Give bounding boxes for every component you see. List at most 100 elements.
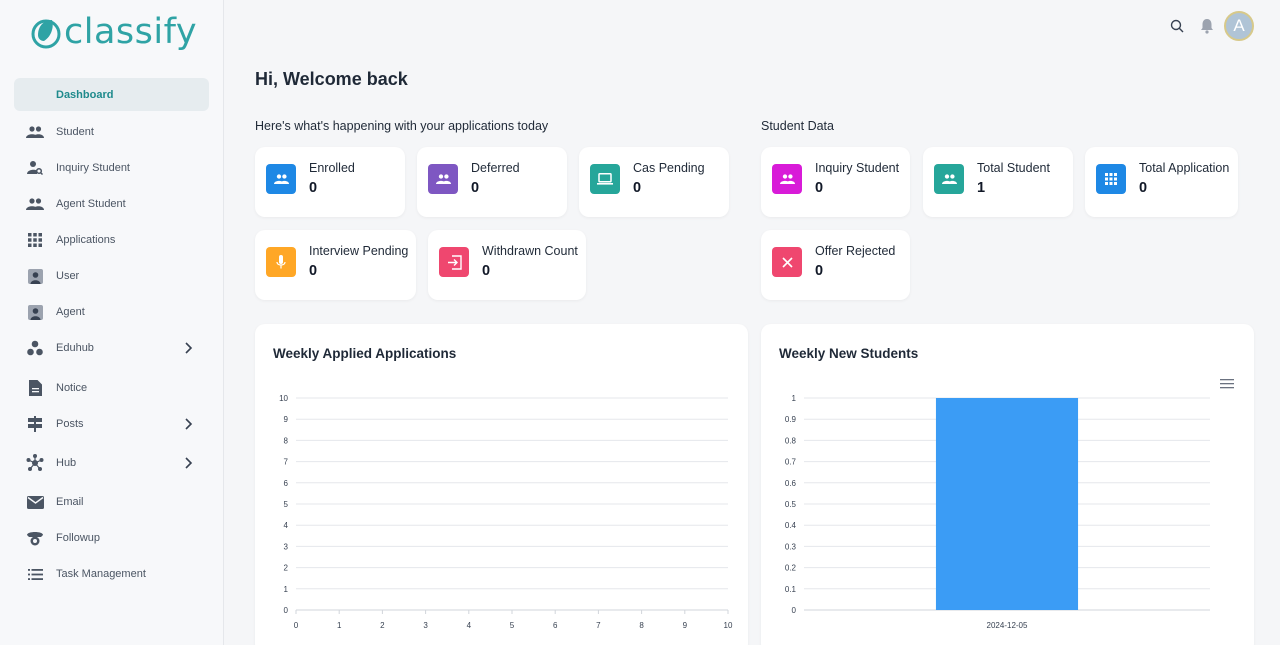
sidebar-item-label: Posts	[56, 418, 84, 430]
y-tick-label: 0.3	[785, 542, 797, 551]
classify-logo[interactable]: classify	[30, 10, 197, 54]
mic-icon	[266, 247, 296, 277]
logo-text: classify	[64, 11, 198, 52]
stat-card-deferred[interactable]: Deferred 0	[417, 147, 567, 217]
apps-grid-icon	[26, 231, 44, 249]
workspaces-icon	[26, 339, 44, 357]
search-icon[interactable]	[1162, 11, 1192, 41]
stat-value: 0	[1139, 180, 1148, 196]
stat-value: 1	[977, 180, 986, 196]
sidebar-item-label: Student	[56, 126, 94, 138]
y-tick-label: 0.4	[785, 521, 797, 530]
signpost-icon	[26, 415, 44, 433]
stat-label: Offer Rejected	[815, 244, 896, 258]
y-tick-label: 0.5	[785, 500, 797, 509]
page-title: Hi, Welcome back	[255, 69, 408, 89]
bar	[935, 398, 1079, 610]
x-tick-label: 6	[553, 621, 558, 630]
user-box-icon	[26, 303, 44, 321]
sidebar-item-inquiry-student[interactable]: Inquiry Student	[14, 150, 209, 186]
x-tick-label: 2	[380, 621, 385, 630]
weekly-applied-applications-card: Weekly Applied Applications 0 1 2 3 4 5 6 7 8 9 10…	[255, 324, 748, 645]
sidebar-item-label: Hub	[56, 457, 77, 469]
y-tick-label: 0	[284, 606, 289, 615]
list-icon	[26, 565, 44, 583]
people-icon	[934, 164, 964, 194]
y-tick-label: 4	[284, 521, 289, 530]
sidebar-item-label: Notice	[56, 382, 88, 394]
notification-bell-icon[interactable]	[1192, 11, 1222, 41]
sidebar-item-posts[interactable]: Posts	[14, 406, 209, 442]
x-tick-label: 8	[639, 621, 644, 630]
chevron-right-icon[interactable]	[183, 457, 193, 469]
y-tick-label: 0.2	[785, 564, 797, 573]
sidebar-item-label: Agent Student	[56, 198, 126, 210]
y-tick-label: 0.9	[785, 415, 797, 424]
sidebar-item-label: Inquiry Student	[56, 162, 130, 174]
stat-card-withdrawn-count[interactable]: Withdrawn Count 0	[428, 230, 586, 300]
chevron-right-icon[interactable]	[183, 342, 193, 354]
sidebar-item-label: User	[56, 270, 80, 282]
sidebar-item-label: Followup	[56, 532, 101, 544]
y-tick-label: 2	[284, 564, 289, 573]
stat-card-total-application[interactable]: Total Application 0	[1085, 147, 1238, 217]
stat-label: Deferred	[471, 161, 520, 175]
stat-label: Interview Pending	[309, 244, 409, 258]
mail-icon	[26, 493, 44, 511]
sidebar-item-label: Task Management	[56, 568, 146, 580]
stat-value: 0	[471, 180, 480, 196]
stat-card-enrolled[interactable]: Enrolled 0	[255, 147, 405, 217]
sidebar-nav: Dashboard Student Inquiry Student Agent …	[14, 78, 209, 592]
stat-label: Enrolled	[309, 161, 355, 175]
x-tick-label: 9	[683, 621, 688, 630]
sidebar-item-agent-student[interactable]: Agent Student	[14, 186, 209, 222]
sidebar-item-user[interactable]: User	[14, 258, 209, 294]
sidebar-item-dashboard[interactable]: Dashboard	[14, 78, 209, 111]
y-tick-label: 3	[284, 542, 289, 551]
stat-label: Inquiry Student	[815, 161, 900, 175]
people-icon	[26, 195, 44, 213]
stat-card-total-student[interactable]: Total Student 1	[923, 147, 1073, 217]
y-tick-label: 8	[284, 436, 289, 445]
people-icon	[428, 164, 458, 194]
sidebar-item-agent[interactable]: Agent	[14, 294, 209, 330]
people-icon	[266, 164, 296, 194]
stat-value: 0	[815, 263, 824, 279]
stat-label: Total Application	[1139, 161, 1230, 175]
sidebar-item-notice[interactable]: Notice	[14, 370, 209, 406]
document-icon	[26, 379, 44, 397]
y-tick-label: 7	[284, 458, 289, 467]
y-tick-label: 1	[284, 585, 289, 594]
stat-label: Withdrawn Count	[482, 244, 578, 258]
avatar[interactable]: A	[1224, 11, 1254, 41]
stat-label: Total Student	[977, 161, 1050, 175]
stat-card-inquiry-student[interactable]: Inquiry Student 0	[761, 147, 910, 217]
exit-icon	[439, 247, 469, 277]
x-tick-label: 1	[337, 621, 342, 630]
sidebar: classify Dashboard Student Inquiry Stude…	[0, 0, 224, 645]
sidebar-item-followup[interactable]: Followup	[14, 520, 209, 556]
laptop-icon	[590, 164, 620, 194]
sidebar-item-email[interactable]: Email	[14, 484, 209, 520]
chevron-right-icon[interactable]	[183, 418, 193, 430]
stat-label: Cas Pending	[633, 161, 705, 175]
y-tick-label: 0.7	[785, 458, 797, 467]
sidebar-item-hub[interactable]: Hub	[14, 445, 209, 481]
person-search-icon	[26, 159, 44, 177]
stat-card-cas-pending[interactable]: Cas Pending 0	[579, 147, 729, 217]
stat-card-interview-pending[interactable]: Interview Pending 0	[255, 230, 416, 300]
x-tick-label: 7	[596, 621, 601, 630]
stat-value: 0	[633, 180, 642, 196]
x-tick-label: 4	[467, 621, 472, 630]
sidebar-item-label: Dashboard	[56, 88, 114, 101]
y-tick-label: 10	[279, 394, 288, 403]
weekly-applied-applications-chart: 0 1 2 3 4 5 6 7 8 9 10 0 1 2 3 4 5 6 7 8 9 10	[279, 394, 733, 630]
sidebar-item-task-management[interactable]: Task Management	[14, 556, 209, 592]
sidebar-item-applications[interactable]: Applications	[14, 222, 209, 258]
sidebar-item-student[interactable]: Student	[14, 114, 209, 150]
sidebar-item-eduhub[interactable]: Eduhub	[14, 330, 209, 366]
weekly-new-students-chart: 0 0.1 0.2 0.3 0.4 0.5 0.6 0.7 0.8 0.9 1 2024-12-05	[785, 394, 1210, 630]
stat-card-offer-rejected[interactable]: Offer Rejected 0	[761, 230, 910, 300]
stat-value: 0	[309, 180, 318, 196]
logo-mark-icon	[31, 19, 61, 49]
